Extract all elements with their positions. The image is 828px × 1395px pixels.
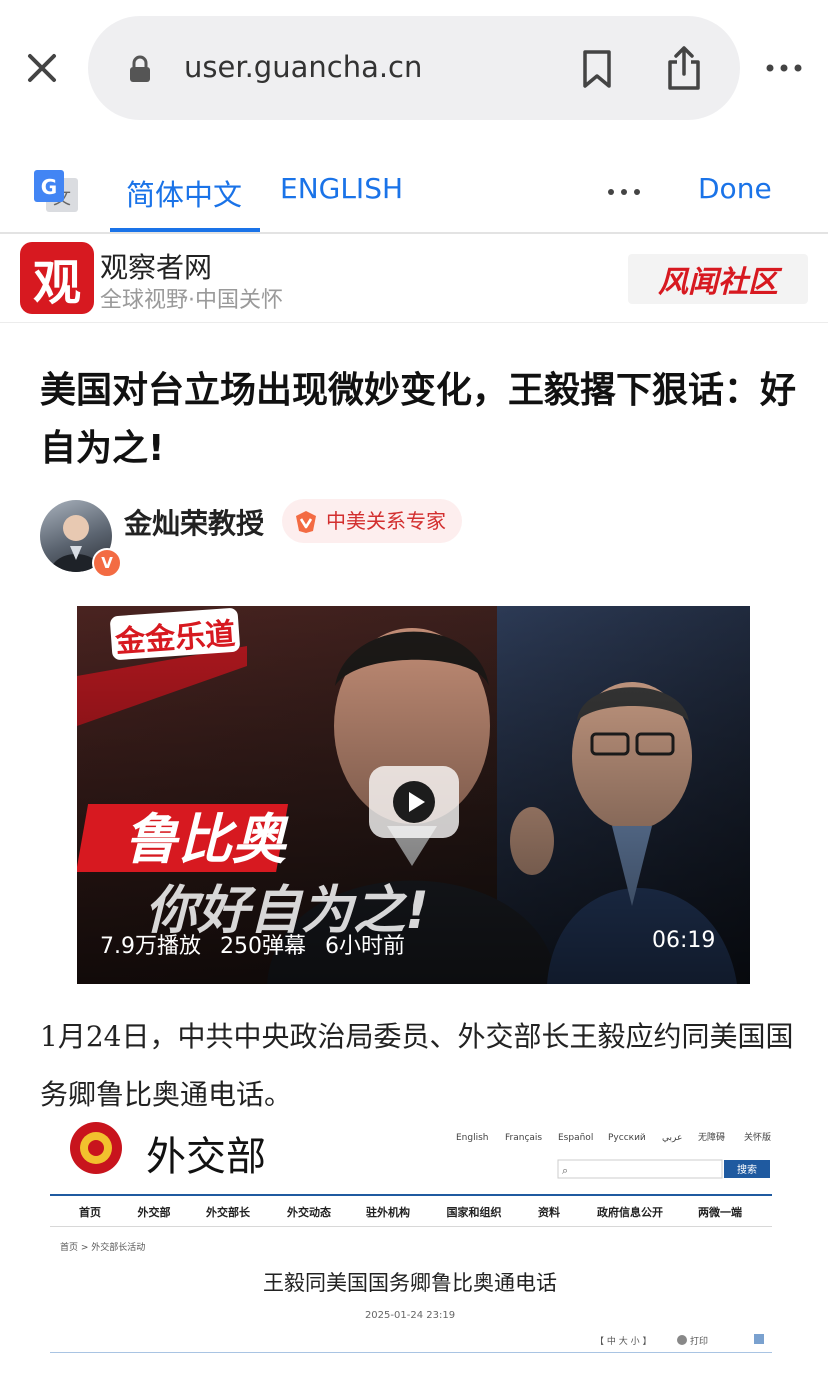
mfa-article-date: 2025-01-24 23:19 [365, 1310, 455, 1321]
bookmark-icon[interactable] [580, 48, 614, 90]
fengwen-community-logo[interactable]: 风闻社区 [628, 254, 808, 304]
done-button[interactable]: Done [698, 172, 772, 205]
print-icon [677, 1335, 687, 1345]
mfa-search-input [557, 1159, 723, 1179]
site-logo[interactable]: 观 [20, 242, 94, 314]
search-icon: ⌕ [562, 1164, 568, 1177]
article-paragraph: 1月24日，中共中央政治局委员、外交部长王毅应约同美国国务卿鲁比奥通电话。 [40, 1020, 794, 1111]
site-slogan: 全球视野·中国关怀 [100, 288, 283, 313]
verified-badge: V [92, 548, 122, 578]
translate-more-icon[interactable] [606, 182, 642, 202]
mfa-breadcrumb: 首页 > 外交部长活动 [60, 1241, 145, 1253]
video-stats: 7.9万播放 250弹幕 6小时前 [100, 934, 405, 959]
mfa-article-headline: 王毅同美国国务卿鲁比奥通电话 [263, 1271, 557, 1295]
mfa-nav-minister: 外交部长 [205, 1205, 251, 1219]
mfa-nav-missions: 驻外机构 [366, 1205, 410, 1219]
lang-spanish: Español [558, 1133, 593, 1143]
svg-text:搜索: 搜索 [737, 1163, 757, 1176]
lang-accessible: 无障碍 [698, 1131, 725, 1143]
mfa-logo: 外交部 [146, 1134, 266, 1180]
lang-care: 关怀版 [744, 1131, 771, 1143]
mfa-nav-countries: 国家和组织 [447, 1205, 502, 1219]
mfa-nav-disclosure: 政府信息公开 [597, 1205, 663, 1219]
mfa-share-icon [754, 1334, 764, 1344]
divider [0, 322, 828, 323]
url-text[interactable]: user.guancha.cn [184, 50, 422, 84]
video-headline-1: 鲁比奥 [124, 808, 289, 871]
verified-icon [294, 510, 318, 534]
play-button[interactable] [369, 766, 459, 838]
mfa-nav-news: 外交动态 [286, 1205, 331, 1219]
tab-english[interactable]: ENGLISH [280, 172, 403, 205]
tab-simplified-chinese[interactable]: 简体中文 [126, 172, 242, 214]
lang-english: English [456, 1133, 489, 1143]
lang-russian: Русский [608, 1133, 646, 1143]
google-translate-icon: 文G [32, 168, 80, 216]
mfa-nav-resources: 资料 [538, 1205, 560, 1219]
more-options-icon[interactable] [764, 58, 804, 78]
divider [0, 232, 828, 234]
mfa-nav-ministry: 外交部 [137, 1205, 171, 1219]
site-name[interactable]: 观察者网 [100, 246, 212, 286]
article-title: 美国对台立场出现微妙变化，王毅撂下狠话：好自为之! [40, 370, 797, 469]
embedded-screenshot[interactable]: 外交部 English Français Español Русский عرب… [50, 1118, 772, 1358]
author-name[interactable]: 金灿荣教授 [124, 502, 264, 542]
lock-icon [128, 54, 152, 84]
share-icon[interactable] [664, 44, 704, 92]
close-icon[interactable] [22, 48, 62, 88]
national-emblem-icon [70, 1122, 122, 1174]
mfa-print: 打印 [690, 1335, 708, 1347]
mfa-font-size-control: 【 中 大 小 】 [595, 1335, 651, 1347]
lang-french: Français [505, 1133, 542, 1143]
mfa-nav-home: 首页 [79, 1205, 101, 1219]
lang-arabic: عربي [662, 1133, 682, 1143]
svg-text:G: G [41, 175, 57, 199]
mfa-nav-social: 两微一端 [698, 1205, 742, 1219]
video-duration: 06:19 [652, 928, 716, 953]
